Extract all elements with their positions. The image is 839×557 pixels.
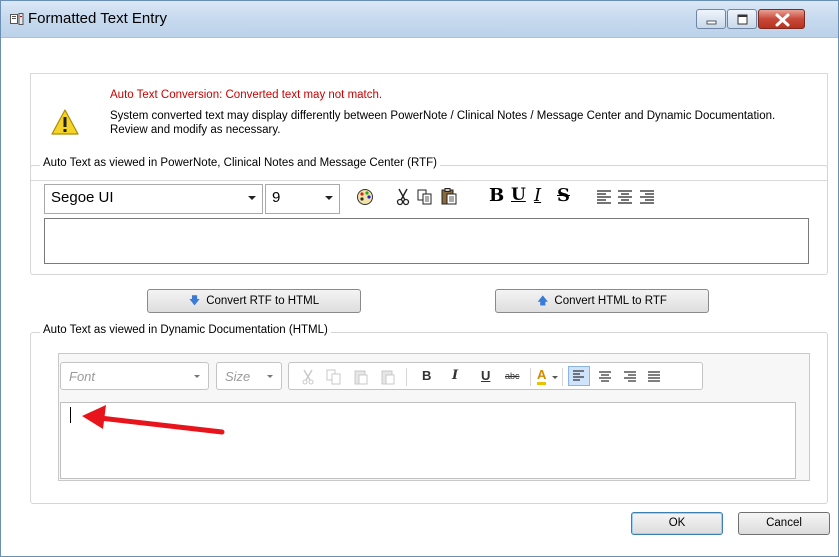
cancel-button[interactable]: Cancel — [738, 512, 830, 535]
ok-button[interactable]: OK — [631, 512, 723, 535]
annotation-arrow — [82, 405, 225, 435]
